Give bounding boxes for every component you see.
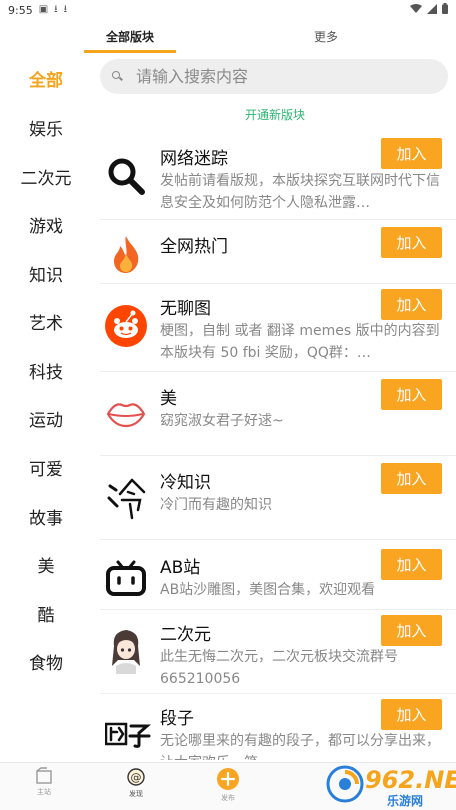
join-button[interactable]: 加入 xyxy=(381,227,442,258)
reddit-alien-icon xyxy=(104,304,148,348)
category-cool[interactable]: 酷 xyxy=(0,601,92,626)
board-row[interactable]: AB站 AB站沙雕图，美图合集，欢迎观看 加入 xyxy=(100,540,456,610)
site-watermark: 962.NET 乐游网 xyxy=(325,764,456,808)
board-row[interactable]: 全网热门 加入 xyxy=(100,220,456,284)
download-icon: ⭳ xyxy=(54,4,58,15)
tab-more[interactable]: 更多 xyxy=(314,28,338,45)
download-icon: ⭳ xyxy=(63,4,68,15)
board-description: 此生无悔二次元，二次元板块交流群号665210056 xyxy=(160,649,398,687)
battery-icon xyxy=(442,3,448,17)
status-bar: 9:55 ▣ ⭳ ⭳ xyxy=(0,0,456,20)
search-bar[interactable] xyxy=(100,59,448,94)
board-row[interactable]: 无聊图 梗图，自制 或者 翻译 memes 版中的内容到本版块有 50 fbi … xyxy=(100,284,456,372)
board-row[interactable]: 段子 无论哪里来的有趣的段子，都可以分享出来，让大家欢乐一笑~ 加入 xyxy=(100,694,456,762)
category-art[interactable]: 艺术 xyxy=(0,309,92,334)
tab-all-boards[interactable]: 全部版块 xyxy=(106,28,154,45)
board-row[interactable]: 二次元 此生无悔二次元，二次元板块交流群号665210056 加入 xyxy=(100,610,456,694)
nav-home[interactable]: 主站 xyxy=(14,767,74,797)
board-title: 美 xyxy=(160,389,177,409)
category-sports[interactable]: 运动 xyxy=(0,406,92,431)
join-button[interactable]: 加入 xyxy=(381,379,442,410)
board-title: 网络迷踪 xyxy=(160,149,228,169)
join-button[interactable]: 加入 xyxy=(381,699,442,730)
board-title: 二次元 xyxy=(160,625,211,645)
board-title: 段子 xyxy=(160,709,194,729)
active-tab-indicator xyxy=(84,50,176,53)
category-entertainment[interactable]: 娱乐 xyxy=(0,115,92,140)
search-input[interactable] xyxy=(136,67,406,86)
nav-publish-label: 发布 xyxy=(221,794,235,802)
board-description: 窈窕淑女君子好逑~ xyxy=(160,413,284,429)
category-tech[interactable]: 科技 xyxy=(0,358,92,383)
category-food[interactable]: 食物 xyxy=(0,649,92,674)
category-cute[interactable]: 可爱 xyxy=(0,455,92,480)
nav-discover[interactable]: @ 发现 xyxy=(106,767,166,799)
fire-icon xyxy=(104,232,148,276)
board-title: AB站 xyxy=(160,558,201,578)
category-games[interactable]: 游戏 xyxy=(0,212,92,237)
svg-text:@: @ xyxy=(131,771,142,784)
anime-girl-icon xyxy=(104,628,148,674)
category-stories[interactable]: 故事 xyxy=(0,504,92,529)
board-title: 全网热门 xyxy=(160,237,228,257)
nav-home-label: 主站 xyxy=(37,788,51,796)
home-icon xyxy=(36,767,52,784)
board-description: AB站沙雕图，美图合集，欢迎观看 xyxy=(160,582,376,598)
watermark-logo-icon xyxy=(326,765,364,803)
category-beauty[interactable]: 美 xyxy=(0,552,92,577)
board-tabs: 全部版块 更多 xyxy=(84,22,456,54)
board-description: 冷门而有趣的知识 xyxy=(160,497,272,513)
board-title: 无聊图 xyxy=(160,299,211,319)
lips-icon xyxy=(104,392,148,436)
watermark-text: 962.NET xyxy=(365,766,456,794)
category-knowledge[interactable]: 知识 xyxy=(0,261,92,286)
board-row[interactable]: 冷知识 冷门而有趣的知识 加入 xyxy=(100,456,456,540)
join-button[interactable]: 加入 xyxy=(381,138,442,169)
board-row[interactable]: 网络迷踪 发帖前请看版规，本版块探究互联网时代下信息安全及如何防范个人隐私泄露…… xyxy=(100,128,456,220)
join-button[interactable]: 加入 xyxy=(381,549,442,580)
category-all[interactable]: 全部 xyxy=(0,66,92,91)
status-time: 9:55 xyxy=(8,3,33,17)
board-row[interactable]: 美 窈窕淑女君子好逑~ 加入 xyxy=(100,372,456,456)
watermark-subtext: 乐游网 xyxy=(387,794,424,808)
wifi-icon xyxy=(410,3,422,17)
board-title: 冷知识 xyxy=(160,473,211,493)
board-description: 梗图，自制 或者 翻译 memes 版中的内容到本版块有 50 fbi 奖励，Q… xyxy=(160,323,440,361)
calligraphy-leng-icon xyxy=(104,476,148,520)
join-button[interactable]: 加入 xyxy=(381,289,442,320)
duanzi-calligraphy-icon xyxy=(104,712,152,756)
join-button[interactable]: 加入 xyxy=(381,615,442,646)
join-button[interactable]: 加入 xyxy=(381,463,442,494)
board-description: 发帖前请看版规，本版块探究互联网时代下信息安全及如何防范个人隐私泄露… xyxy=(160,173,440,211)
search-icon xyxy=(112,71,123,82)
notification-app-icon: ▣ xyxy=(38,4,49,15)
nav-discover-label: 发现 xyxy=(129,790,143,798)
discover-icon: @ xyxy=(127,768,145,786)
bilibili-tv-icon xyxy=(104,556,148,600)
magnifier-icon xyxy=(104,154,148,198)
category-acg[interactable]: 二次元 xyxy=(0,164,92,189)
board-description: 无论哪里来的有趣的段子，都可以分享出来，让大家欢乐一笑~ xyxy=(160,733,440,760)
publish-plus-icon xyxy=(217,768,239,790)
signal-icon xyxy=(427,3,437,17)
open-new-board-link[interactable]: 开通新版块 xyxy=(245,106,305,123)
nav-publish[interactable]: 发布 xyxy=(198,767,258,803)
